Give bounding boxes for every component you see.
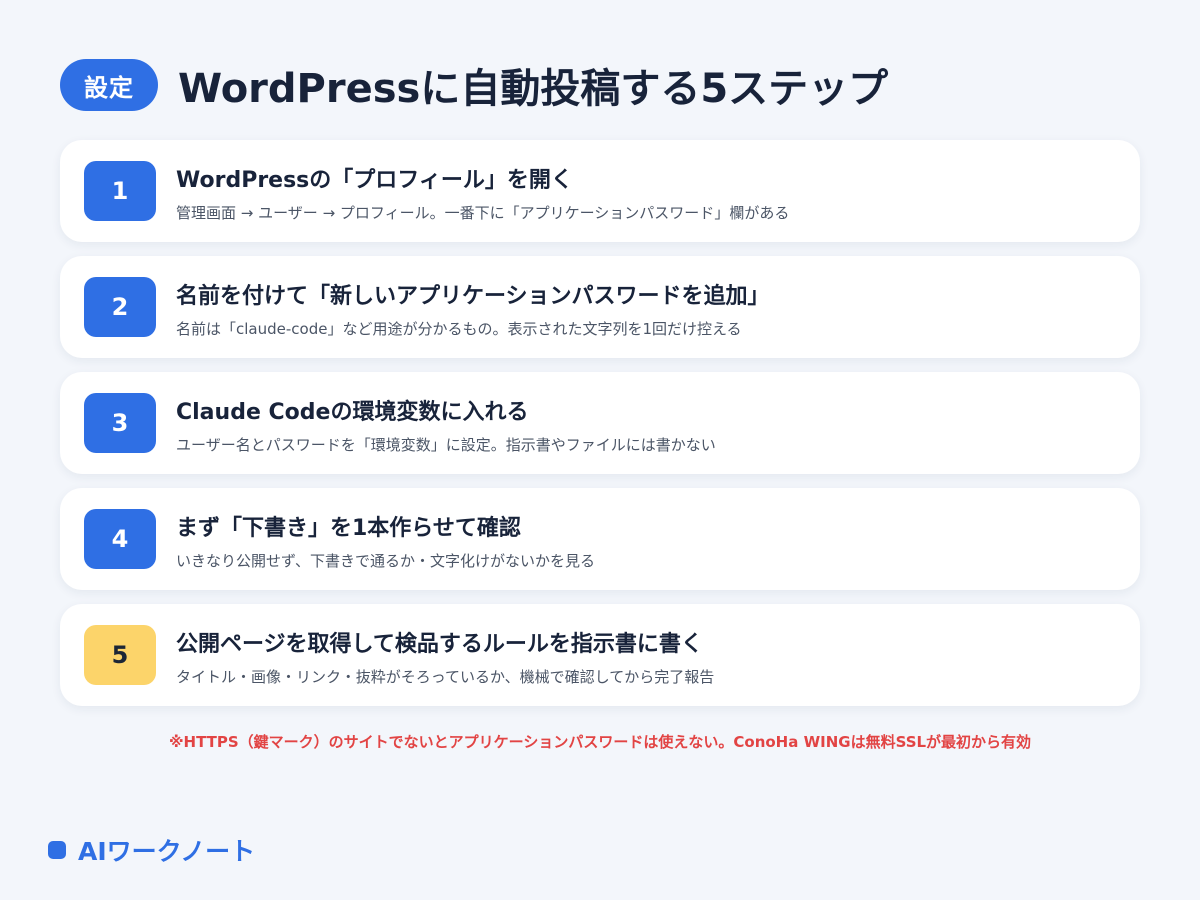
step-description: タイトル・画像・リンク・抜粋がそろっているか、機械で確認してから完了報告 <box>176 668 715 686</box>
step-card-4: 4 まず「下書き」を1本作らせて確認 いきなり公開せず、下書きで通るか・文字化け… <box>60 488 1140 590</box>
step-description: 名前は「claude-code」など用途が分かるもの。表示された文字列を1回だけ… <box>176 320 742 338</box>
step-title: 公開ページを取得して検品するルールを指示書に書く <box>176 632 703 657</box>
step-title: Claude Codeの環境変数に入れる <box>176 400 529 425</box>
step-number-badge: 2 <box>84 277 156 337</box>
brand-name: AIワークノート <box>78 837 256 866</box>
step-title: 名前を付けて「新しいアプリケーションパスワードを追加」 <box>176 284 770 309</box>
step-description: いきなり公開せず、下書きで通るか・文字化けがないかを見る <box>176 552 595 570</box>
step-card-5: 5 公開ページを取得して検品するルールを指示書に書く タイトル・画像・リンク・抜… <box>60 604 1140 706</box>
step-title: まず「下書き」を1本作らせて確認 <box>176 516 521 541</box>
steps-list: 1 WordPressの「プロフィール」を開く 管理画面 → ユーザー → プロ… <box>60 140 1140 720</box>
step-description: ユーザー名とパスワードを「環境変数」に設定。指示書やファイルには書かない <box>176 436 716 454</box>
step-card-3: 3 Claude Codeの環境変数に入れる ユーザー名とパスワードを「環境変数… <box>60 372 1140 474</box>
brand-square-icon <box>48 841 66 859</box>
step-number-badge: 5 <box>84 625 156 685</box>
warning-footnote: ※HTTPS（鍵マーク）のサイトでないとアプリケーションパスワードは使えない。C… <box>168 733 1032 751</box>
step-card-1: 1 WordPressの「プロフィール」を開く 管理画面 → ユーザー → プロ… <box>60 140 1140 242</box>
step-title: WordPressの「プロフィール」を開く <box>176 168 573 193</box>
step-card-2: 2 名前を付けて「新しいアプリケーションパスワードを追加」 名前は「claude… <box>60 256 1140 358</box>
page-title: WordPressに自動投稿する5ステップ <box>178 66 889 112</box>
category-badge: 設定 <box>60 59 158 111</box>
page-header: 設定 WordPressに自動投稿する5ステップ <box>60 56 888 114</box>
step-description: 管理画面 → ユーザー → プロフィール。一番下に「アプリケーションパスワード」… <box>176 204 790 222</box>
brand-footer: AIワークノート <box>48 832 255 868</box>
step-number-badge: 4 <box>84 509 156 569</box>
step-number-badge: 1 <box>84 161 156 221</box>
step-number-badge: 3 <box>84 393 156 453</box>
